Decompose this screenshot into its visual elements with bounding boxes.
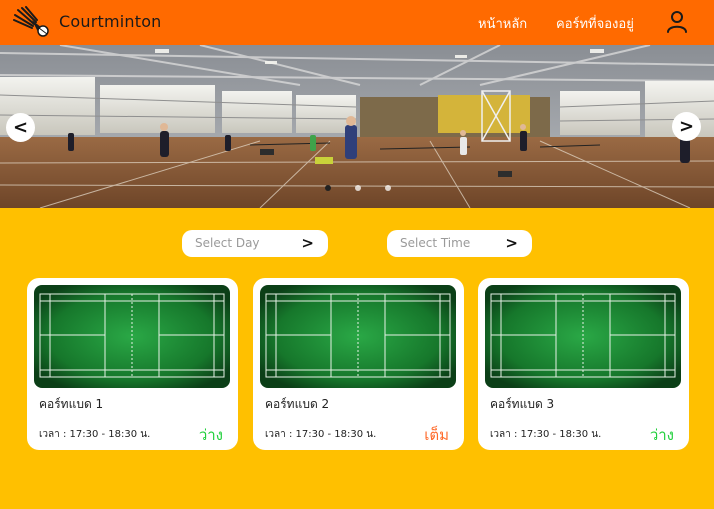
- select-day-dropdown[interactable]: Select Day >: [182, 230, 328, 257]
- badminton-court-image: [260, 285, 456, 388]
- court-card[interactable]: คอร์ทแบด 2 เวลา : 17:30 - 18:30 น. เต็ม: [253, 278, 464, 450]
- select-time-placeholder: Select Time: [400, 236, 471, 250]
- carousel-next-button[interactable]: >: [672, 112, 701, 141]
- carousel-prev-button[interactable]: <: [6, 113, 35, 142]
- court-card[interactable]: คอร์ทแบด 1 เวลา : 17:30 - 18:30 น. ว่าง: [27, 278, 238, 450]
- shuttlecock-logo-icon[interactable]: [12, 6, 52, 38]
- court-name: คอร์ทแบด 1: [39, 397, 104, 411]
- court-status-badge: เต็ม: [424, 426, 449, 444]
- gym-hall-photo: [0, 45, 714, 208]
- select-day-placeholder: Select Day: [195, 236, 260, 250]
- court-card[interactable]: คอร์ทแบด 3 เวลา : 17:30 - 18:30 น. ว่าง: [478, 278, 689, 450]
- court-name: คอร์ทแบด 3: [490, 397, 555, 411]
- hero-banner-carousel: < >: [0, 45, 714, 208]
- nav-home-link[interactable]: หน้าหลัก: [478, 13, 527, 34]
- select-time-dropdown[interactable]: Select Time >: [387, 230, 532, 257]
- chevron-right-icon: >: [505, 234, 518, 252]
- badminton-court-image: [34, 285, 230, 388]
- court-name: คอร์ทแบด 2: [265, 397, 330, 411]
- brand-name[interactable]: Courtminton: [59, 12, 162, 31]
- badminton-court-image: [485, 285, 681, 388]
- court-status-badge: ว่าง: [649, 426, 674, 444]
- court-time: เวลา : 17:30 - 18:30 น.: [39, 429, 151, 440]
- user-icon[interactable]: [664, 9, 690, 35]
- top-navbar: Courtminton หน้าหลัก คอร์ทที่จองอยู่: [0, 0, 714, 45]
- carousel-dot-1[interactable]: [325, 185, 331, 191]
- carousel-dot-3[interactable]: [385, 185, 391, 191]
- nav-booked-courts-link[interactable]: คอร์ทที่จองอยู่: [556, 13, 634, 34]
- court-status-badge: ว่าง: [198, 426, 223, 444]
- court-time: เวลา : 17:30 - 18:30 น.: [265, 429, 377, 440]
- chevron-right-icon: >: [301, 234, 314, 252]
- carousel-dot-2[interactable]: [355, 185, 361, 191]
- court-time: เวลา : 17:30 - 18:30 น.: [490, 429, 602, 440]
